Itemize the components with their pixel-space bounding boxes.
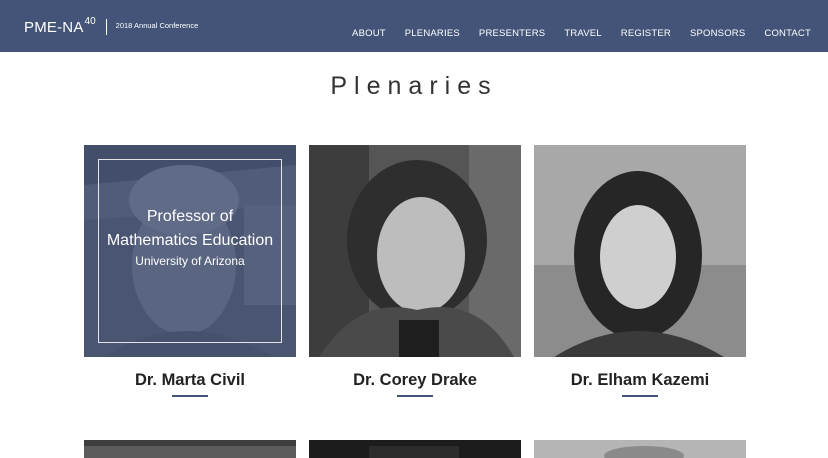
name-underline xyxy=(622,395,658,397)
speaker-photo-row2-2[interactable] xyxy=(309,440,521,458)
site-header: PME-NA 40 2018 Annual Conference ABOUT P… xyxy=(0,0,828,52)
speaker-name[interactable]: Dr. Corey Drake xyxy=(309,371,521,390)
main-nav: ABOUT PLENARIES PRESENTERS TRAVEL REGIST… xyxy=(352,28,811,39)
brand-name: PME-NA xyxy=(24,18,84,36)
speaker-name[interactable]: Dr. Elham Kazemi xyxy=(534,371,746,390)
speaker-position: Professor of Mathematics Education xyxy=(84,205,296,253)
nav-travel[interactable]: TRAVEL xyxy=(564,28,601,39)
name-underline xyxy=(397,395,433,397)
speaker-position-line2: Mathematics Education xyxy=(106,232,274,249)
name-underline xyxy=(172,395,208,397)
speaker-photo-kazemi[interactable] xyxy=(534,145,746,357)
nav-plenaries[interactable]: PLENARIES xyxy=(405,28,460,39)
page-title: Plenaries xyxy=(330,72,498,100)
nav-about[interactable]: ABOUT xyxy=(352,28,386,39)
speaker-photo-drake[interactable] xyxy=(309,145,521,357)
speaker-photo-row2-3[interactable] xyxy=(534,440,746,458)
speaker-affiliation: University of Arizona xyxy=(135,254,245,268)
speaker-position-line1: Professor of xyxy=(146,208,234,225)
nav-contact[interactable]: CONTACT xyxy=(764,28,811,39)
nav-register[interactable]: REGISTER xyxy=(621,28,671,39)
brand-tagline: 2018 Annual Conference xyxy=(115,20,199,30)
nav-sponsors[interactable]: SPONSORS xyxy=(690,28,745,39)
speaker-name[interactable]: Dr. Marta Civil xyxy=(84,371,296,390)
speaker-photo-row2-1[interactable] xyxy=(84,440,296,458)
brand-divider xyxy=(105,19,107,35)
speaker-photo-civil[interactable]: Professor of Mathematics Education Unive… xyxy=(84,145,296,357)
nav-presenters[interactable]: PRESENTERS xyxy=(479,28,545,39)
site-logo[interactable]: PME-NA 40 2018 Annual Conference xyxy=(24,16,198,38)
brand-superscript: 40 xyxy=(84,15,96,27)
